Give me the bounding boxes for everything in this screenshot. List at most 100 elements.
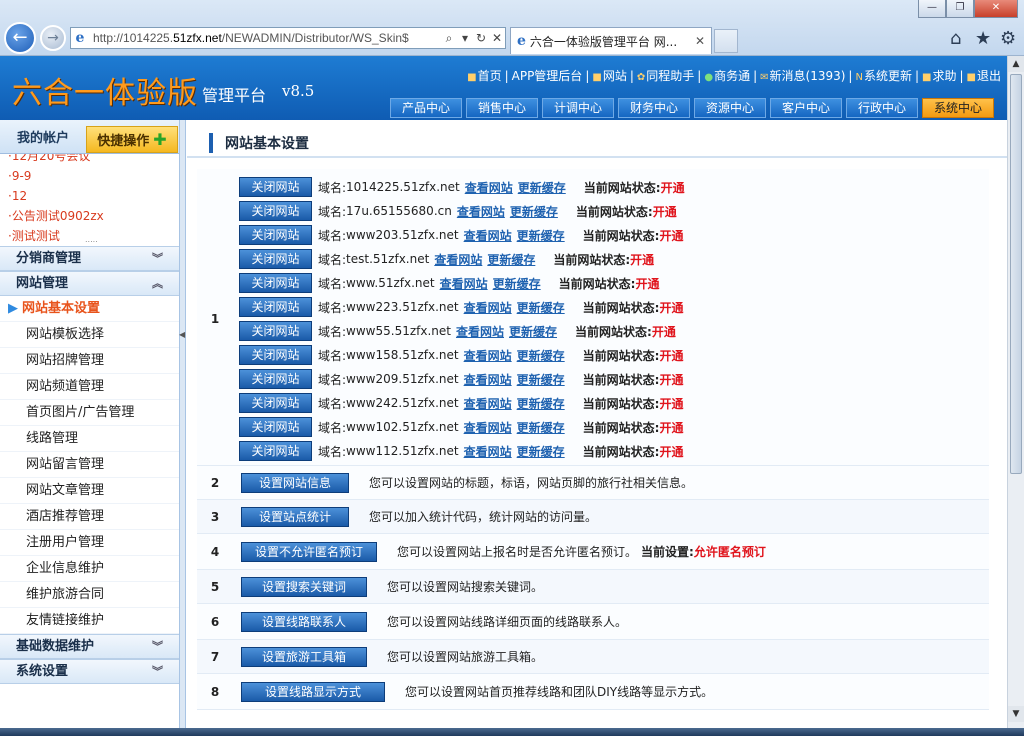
sidebar-item-company-info[interactable]: 企业信息维护 <box>0 556 179 582</box>
browser-tab-active[interactable]: e 六合一体验版管理平台 网... ✕ <box>510 27 712 54</box>
close-site-button[interactable]: 关闭网站 <box>239 201 312 221</box>
close-site-button[interactable]: 关闭网站 <box>239 393 312 413</box>
notice-item[interactable]: ·12月20号会议 <box>8 154 171 166</box>
view-site-link[interactable]: 查看网站 <box>464 443 512 460</box>
top-link-exit[interactable]: 退出 <box>977 69 1001 83</box>
close-site-button[interactable]: 关闭网站 <box>239 441 312 461</box>
sidebar-collapse-handle[interactable]: ◀ <box>179 120 186 736</box>
notice-item[interactable]: ·12 <box>8 186 171 206</box>
close-site-button[interactable]: 关闭网站 <box>239 177 312 197</box>
tab-resources[interactable]: 资源中心 <box>694 98 766 118</box>
refresh-cache-link[interactable]: 更新缓存 <box>517 371 565 388</box>
refresh-cache-link[interactable]: 更新缓存 <box>518 179 566 196</box>
search-icon[interactable]: ⌕ <box>441 31 457 46</box>
view-site-link[interactable]: 查看网站 <box>440 275 488 292</box>
refresh-cache-link[interactable]: 更新缓存 <box>517 347 565 364</box>
refresh-cache-link[interactable]: 更新缓存 <box>517 395 565 412</box>
forward-arrow-icon[interactable]: → <box>40 25 66 51</box>
tab-operations[interactable]: 计调中心 <box>542 98 614 118</box>
sidebar-item-users[interactable]: 注册用户管理 <box>0 530 179 556</box>
view-site-link[interactable]: 查看网站 <box>464 299 512 316</box>
refresh-cache-link[interactable]: 更新缓存 <box>509 323 557 340</box>
scroll-down-arrow-icon[interactable]: ▼ <box>1008 706 1024 722</box>
home-icon[interactable]: ⌂ <box>950 28 961 49</box>
top-link-website[interactable]: 网站 <box>603 69 627 83</box>
new-tab-button[interactable] <box>714 29 738 53</box>
refresh-cache-link[interactable]: 更新缓存 <box>487 251 535 268</box>
top-link-business[interactable]: 商务通 <box>714 69 750 83</box>
quick-actions-tab[interactable]: 快捷操作 ✚ <box>86 126 178 153</box>
close-site-button[interactable]: 关闭网站 <box>239 345 312 365</box>
my-account-tab[interactable]: 我的帐户 <box>0 126 86 153</box>
sidebar-item-signboard[interactable]: 网站招牌管理 <box>0 348 179 374</box>
notice-item[interactable]: ·9-9 <box>8 166 171 186</box>
top-link-messages[interactable]: 新消息(1393) <box>770 69 846 83</box>
view-site-link[interactable]: 查看网站 <box>464 371 512 388</box>
top-link-help[interactable]: 求助 <box>932 69 956 83</box>
sidebar-item-hotels[interactable]: 酒店推荐管理 <box>0 504 179 530</box>
tab-customers[interactable]: 客户中心 <box>770 98 842 118</box>
sidebar-group-distribution[interactable]: 分销商管理 ︾ <box>0 246 179 271</box>
top-link-update[interactable]: 系统更新 <box>864 69 912 83</box>
sidebar-group-basic-data[interactable]: 基础数据维护 ︾ <box>0 634 179 659</box>
refresh-cache-link[interactable]: 更新缓存 <box>517 299 565 316</box>
sidebar-group-system[interactable]: 系统设置 ︾ <box>0 659 179 684</box>
refresh-cache-link[interactable]: 更新缓存 <box>517 419 565 436</box>
view-site-link[interactable]: 查看网站 <box>464 227 512 244</box>
close-site-button[interactable]: 关闭网站 <box>239 297 312 317</box>
view-site-link[interactable]: 查看网站 <box>464 419 512 436</box>
top-link-assistant[interactable]: 同程助手 <box>646 69 694 83</box>
tab-sales[interactable]: 销售中心 <box>466 98 538 118</box>
view-site-link[interactable]: 查看网站 <box>464 347 512 364</box>
tab-finance[interactable]: 财务中心 <box>618 98 690 118</box>
tab-system[interactable]: 系统中心 <box>922 98 994 118</box>
view-site-link[interactable]: 查看网站 <box>457 203 505 220</box>
view-site-link[interactable]: 查看网站 <box>434 251 482 268</box>
view-site-link[interactable]: 查看网站 <box>465 179 513 196</box>
view-site-link[interactable]: 查看网站 <box>464 395 512 412</box>
sidebar-item-template[interactable]: 网站模板选择 <box>0 322 179 348</box>
top-link-home[interactable]: 首页 <box>478 69 502 83</box>
sidebar-item-messages[interactable]: 网站留言管理 <box>0 452 179 478</box>
close-site-button[interactable]: 关闭网站 <box>239 249 312 269</box>
setting-button[interactable]: 设置旅游工具箱 <box>241 646 367 667</box>
maximize-button[interactable]: ❐ <box>946 0 974 18</box>
minimize-button[interactable]: — <box>918 0 946 18</box>
setting-button[interactable]: 设置网站信息 <box>241 472 349 493</box>
address-url[interactable]: http://1014225.51zfx.net/NEWADMIN/Distri… <box>89 31 441 45</box>
sidebar-item-routes[interactable]: 线路管理 <box>0 426 179 452</box>
tab-admin[interactable]: 行政中心 <box>846 98 918 118</box>
setting-button[interactable]: 设置线路显示方式 <box>241 681 385 702</box>
setting-button[interactable]: 设置站点统计 <box>241 506 349 527</box>
close-site-button[interactable]: 关闭网站 <box>239 369 312 389</box>
close-site-button[interactable]: 关闭网站 <box>239 417 312 437</box>
refresh-cache-link[interactable]: 更新缓存 <box>510 203 558 220</box>
setting-button[interactable]: 设置不允许匿名预订 <box>241 541 377 562</box>
scrollbar-thumb[interactable] <box>1010 74 1022 474</box>
sidebar-item-ads[interactable]: 首页图片/广告管理 <box>0 400 179 426</box>
refresh-cache-link[interactable]: 更新缓存 <box>517 443 565 460</box>
dropdown-arrow-icon[interactable]: ▾ <box>457 31 473 45</box>
stop-icon[interactable]: ✕ <box>489 31 505 45</box>
favorites-star-icon[interactable]: ★ <box>975 28 991 49</box>
scroll-up-arrow-icon[interactable]: ▲ <box>1008 56 1024 72</box>
address-bar[interactable]: e http://1014225.51zfx.net/NEWADMIN/Dist… <box>70 27 506 49</box>
refresh-cache-link[interactable]: 更新缓存 <box>493 275 541 292</box>
top-link-app[interactable]: APP管理后台 <box>512 69 583 83</box>
back-arrow-icon[interactable]: ← <box>4 22 36 54</box>
sidebar-item-channels[interactable]: 网站频道管理 <box>0 374 179 400</box>
settings-gear-icon[interactable]: ⚙ <box>1000 28 1016 49</box>
sidebar-item-friend-links[interactable]: 友情链接维护 <box>0 608 179 634</box>
setting-button[interactable]: 设置线路联系人 <box>241 611 367 632</box>
sidebar-item-articles[interactable]: 网站文章管理 <box>0 478 179 504</box>
close-site-button[interactable]: 关闭网站 <box>239 321 312 341</box>
resize-grip-icon[interactable]: ..... <box>85 235 98 244</box>
refresh-icon[interactable]: ↻ <box>473 31 489 45</box>
close-site-button[interactable]: 关闭网站 <box>239 273 312 293</box>
close-site-button[interactable]: 关闭网站 <box>239 225 312 245</box>
vertical-scrollbar[interactable]: ▲ ▼ <box>1007 56 1024 736</box>
sidebar-item-site-basic-settings[interactable]: ▶ 网站基本设置 <box>0 296 179 322</box>
sidebar-group-website[interactable]: 网站管理 ︽ <box>0 271 179 296</box>
notice-item[interactable]: ·公告测试0902zx <box>8 206 171 226</box>
refresh-cache-link[interactable]: 更新缓存 <box>517 227 565 244</box>
